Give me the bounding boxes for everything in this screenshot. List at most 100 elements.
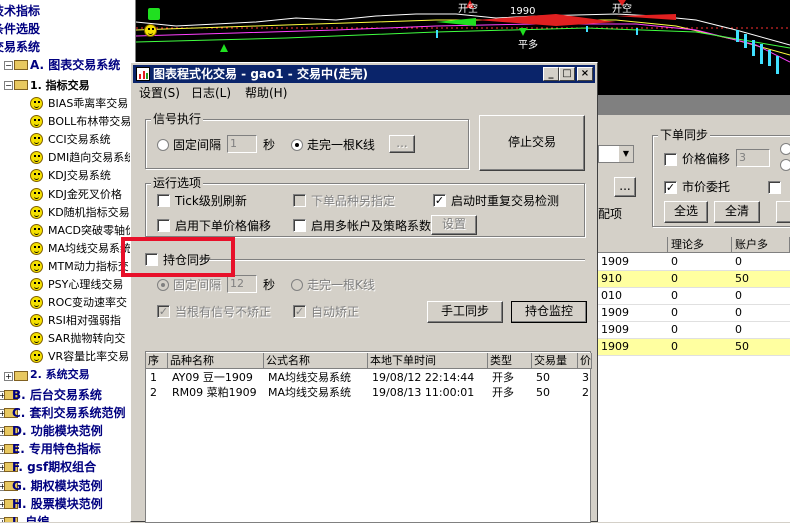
signal-group-label: 信号执行 [151, 112, 204, 126]
strategy-smile-icon [30, 241, 43, 255]
table-header[interactable]: 品种名称 [168, 353, 264, 369]
tick-refresh-checkbox[interactable] [157, 194, 170, 207]
table-header[interactable]: 本地下单时间 [368, 353, 488, 369]
tree-indicator-item[interactable]: MA均线交易系统 [48, 242, 131, 256]
tree-group-item[interactable]: H. 股票模块范例 [12, 497, 103, 511]
minimize-icon[interactable]: _ [543, 67, 559, 81]
close-icon[interactable]: × [577, 67, 593, 81]
tree-indicator-item[interactable]: ROC变动速率交 [48, 296, 127, 310]
combo-arrow-icon[interactable]: ▼ [619, 146, 633, 162]
clear-all-button[interactable]: 全清 [714, 201, 760, 223]
options-settings-button[interactable]: 设置 [431, 215, 477, 235]
expand-icon[interactable]: − [4, 81, 13, 90]
menu-log[interactable]: 日志(L) [191, 85, 231, 101]
tree-indicator-item[interactable]: PSY心理线交易 [48, 278, 123, 292]
sync-fixed-interval-radio[interactable] [157, 279, 169, 291]
tree-group-item[interactable]: I. 自编 [12, 515, 49, 522]
tree-indicator-item[interactable]: KDJ交易系统 [48, 169, 111, 183]
table-header[interactable]: 价 [578, 353, 592, 369]
table-row[interactable]: 2 RM09 菜粕1909 MA均线交易系统 19/08/13 11:00:01 开多 5… [146, 386, 592, 401]
right-extra-checkbox[interactable] [768, 181, 781, 194]
tree-group-a[interactable]: A. 图表交易系统 [30, 58, 120, 72]
grid-cell: 0 [732, 254, 790, 271]
tree-sub-indicator[interactable]: 1. 指标交易 [30, 79, 90, 93]
position-grid[interactable]: 理论多 账户多 1909 0 0 910 0 50 010 0 0 1909 0 0 1909 0 0 190… [598, 237, 790, 522]
orders-table[interactable]: 序品种名称 公式名称 本地下单时间 类型 交易量价 1 AY09 豆一1909 MA均线交易… [145, 351, 592, 523]
menu-help[interactable]: 帮助(H) [245, 85, 287, 101]
sync-bar-complete-radio[interactable] [291, 279, 303, 291]
tree-indicator-item[interactable]: BIAS乖离率交易 [48, 97, 128, 111]
tree-indicator-item[interactable]: BOLL布林带交易 [48, 115, 131, 129]
right-price-value[interactable]: 3 [736, 149, 770, 167]
tree-top-item[interactable]: 交易系统 [0, 40, 40, 54]
grid-row[interactable]: 1909 0 0 [598, 322, 790, 339]
tree-group-item[interactable]: D. 功能模块范例 [12, 424, 103, 438]
grid-row[interactable]: 1909 0 0 [598, 305, 790, 322]
multi-account-checkbox[interactable] [293, 219, 306, 232]
tree-top-item[interactable]: 技术指标 [0, 4, 40, 18]
right-radio-1[interactable] [780, 143, 790, 155]
fixed-interval-label: 固定间隔 [173, 138, 222, 152]
tree-indicator-item[interactable]: SAR抛物转向交 [48, 332, 125, 346]
tree-group-item[interactable]: E. 专用特色指标 [12, 442, 101, 456]
grid-row[interactable]: 1909 0 0 [598, 254, 790, 271]
tree-indicator-item[interactable]: CCI交易系统 [48, 133, 111, 147]
table-header[interactable]: 交易量 [532, 353, 578, 369]
price-offset-checkbox[interactable] [157, 219, 170, 232]
grid-row[interactable]: 910 0 50 [598, 271, 790, 288]
table-row[interactable]: 1 AY09 豆一1909 MA均线交易系统 19/08/12 22:14:44 开多 5… [146, 371, 592, 386]
table-cell: 19/08/12 22:14:44 [372, 371, 475, 384]
right-edge-button[interactable] [776, 201, 790, 223]
tree-group-item[interactable]: C. 套利交易系统范例 [12, 406, 126, 420]
right-market-order-checkbox[interactable]: ✓ [664, 181, 677, 194]
table-header[interactable]: 序 [146, 353, 168, 369]
tree-group-item[interactable]: F. gsf期权组合 [12, 460, 96, 474]
expand-icon[interactable]: − [4, 61, 13, 70]
interval-input[interactable]: 1 [227, 135, 257, 153]
tree-indicator-item[interactable]: DMI趋向交易系统 [48, 151, 135, 165]
table-header[interactable]: 类型 [488, 353, 532, 369]
right-combo[interactable]: ▼ [598, 145, 634, 163]
tree-indicator-item[interactable]: VR容量比率交易 [48, 350, 129, 364]
restart-check-checkbox[interactable]: ✓ [433, 194, 446, 207]
table-header[interactable]: 公式名称 [264, 353, 368, 369]
manual-sync-button[interactable]: 手工同步 [427, 301, 503, 323]
tree-indicator-item[interactable]: RSI相对强弱指 [48, 314, 121, 328]
sync-interval-input[interactable]: 12 [227, 275, 257, 293]
table-cell: 3 [582, 371, 589, 384]
tree-indicator-item[interactable]: MTM动力指标交 [48, 260, 129, 274]
chart-lock-icon[interactable] [148, 8, 160, 20]
strategy-tree[interactable]: 技术指标条件选股交易系统 − A. 图表交易系统 − 1. 指标交易 BIAS乖离率交易 B… [0, 0, 136, 522]
tree-sub-system[interactable]: 2. 系统交易 [30, 368, 90, 382]
tree-group-item[interactable]: B. 后台交易系统 [12, 388, 102, 402]
menu-settings[interactable]: 设置(S) [139, 85, 180, 101]
auto-correct-checkbox[interactable]: ✓ [293, 305, 306, 318]
bar-complete-radio[interactable] [291, 139, 303, 151]
grid-row[interactable]: 1909 0 50 [598, 339, 790, 356]
strategy-smile-icon [30, 169, 43, 183]
select-all-button[interactable]: 全选 [664, 201, 708, 223]
position-monitor-button[interactable]: 持仓监控 [511, 301, 587, 323]
no-correct-checkbox[interactable]: ✓ [157, 305, 170, 318]
right-price-offset-checkbox[interactable] [664, 153, 677, 166]
dialog-titlebar[interactable]: 图表程式化交易 - gao1 - 交易中(走完) _ □ × [133, 65, 595, 83]
tree-indicator-item[interactable]: KDJ金死叉价格 [48, 188, 122, 202]
bar-complete-label: 走完一根K线 [307, 138, 375, 152]
signal-more-button[interactable]: ... [389, 135, 415, 153]
right-more-button[interactable]: ... [614, 177, 636, 197]
order-symbol-checkbox[interactable] [293, 194, 306, 207]
stop-trading-button[interactable]: 停止交易 [479, 115, 585, 171]
tree-group-item[interactable]: G. 期权模块范例 [12, 479, 103, 493]
grid-row[interactable]: 010 0 0 [598, 288, 790, 305]
grid-cell: 010 [598, 288, 668, 305]
tree-indicator-item[interactable]: MACD突破零轴价 [48, 224, 135, 238]
maximize-icon[interactable]: □ [559, 67, 575, 81]
strategy-smile-icon [30, 115, 43, 129]
chart-label-price: 1990 [510, 6, 536, 17]
grid-cell: 1909 [598, 305, 668, 322]
expand-icon[interactable]: + [4, 372, 13, 381]
fixed-interval-radio[interactable] [157, 139, 169, 151]
right-radio-2[interactable] [780, 159, 790, 171]
tree-indicator-item[interactable]: KD随机指标交易 [48, 206, 130, 220]
tree-top-item[interactable]: 条件选股 [0, 22, 40, 36]
